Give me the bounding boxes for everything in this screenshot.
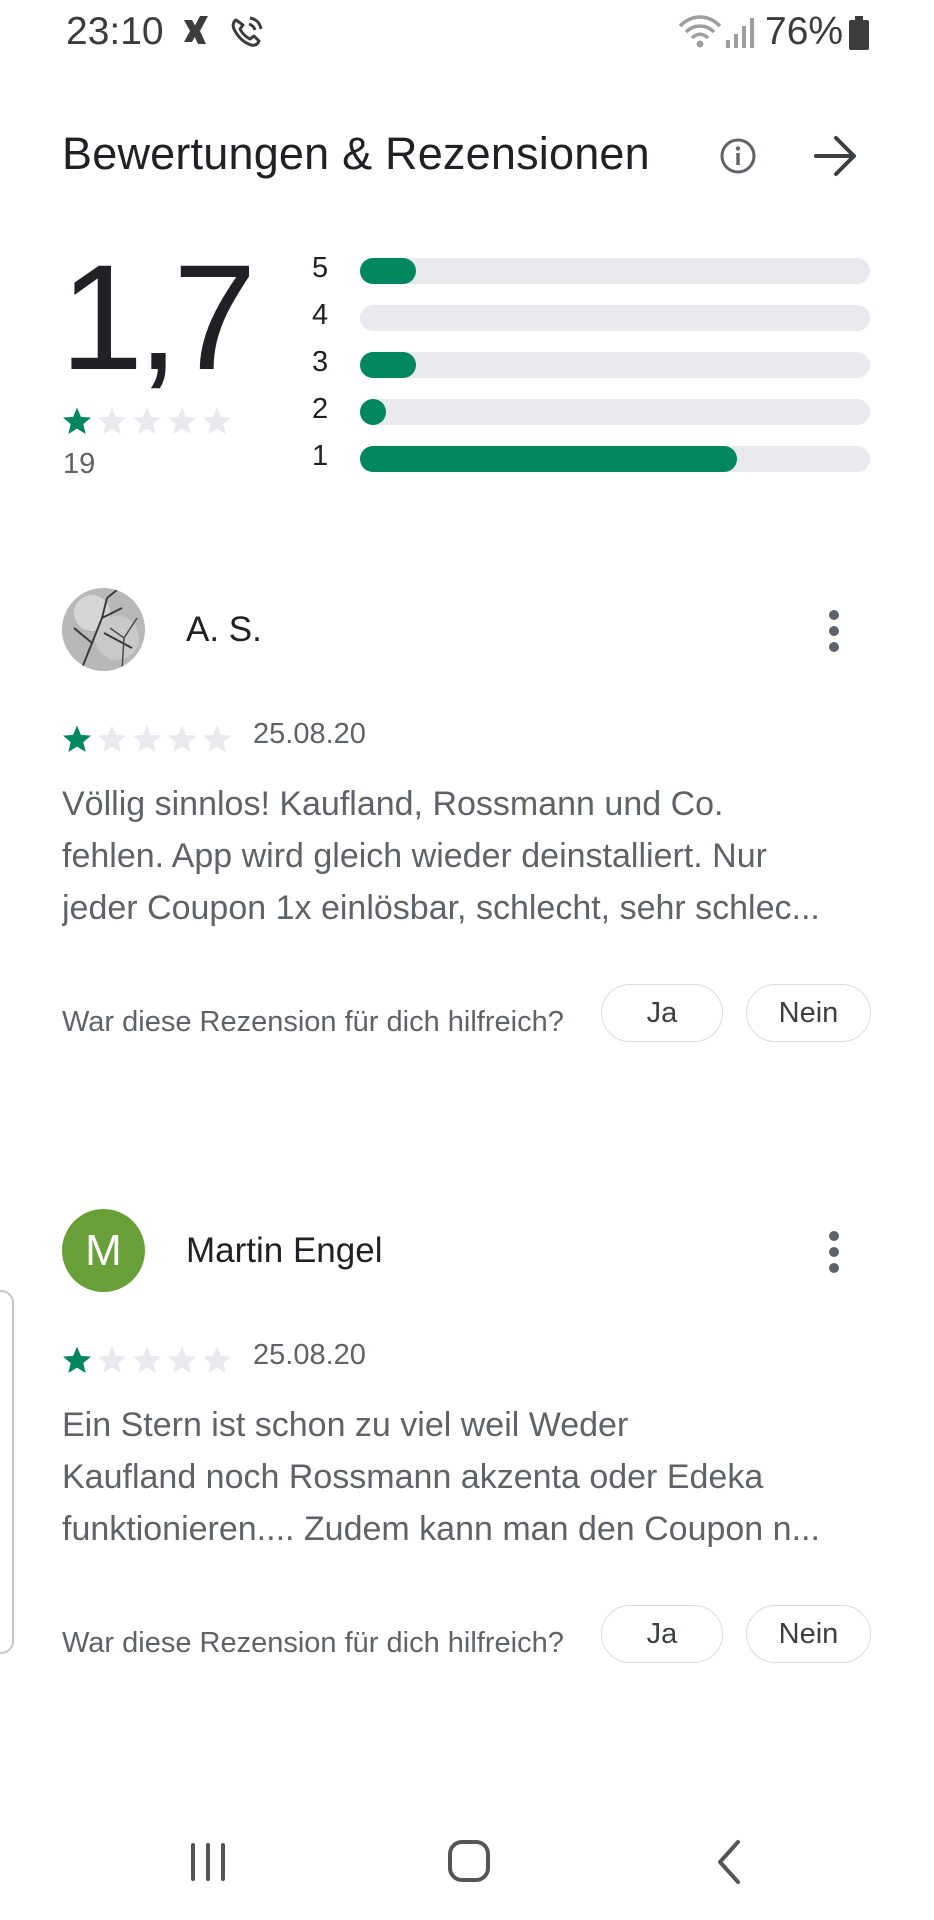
star-empty-icon [98, 1346, 126, 1373]
review-text[interactable]: Ein Stern ist schon zu viel weil Weder K… [62, 1399, 872, 1555]
review-author: Martin Engel [186, 1231, 383, 1270]
edge-panel-handle[interactable] [0, 1290, 14, 1654]
review-stars [63, 725, 231, 752]
avatar-letter: M [85, 1225, 122, 1275]
star-full-icon [63, 407, 91, 434]
battery-icon [849, 16, 869, 50]
review-text-line: jeder Coupon 1x einlösbar, schlecht, seh… [62, 889, 820, 927]
distribution-track [360, 399, 870, 425]
info-icon[interactable] [718, 136, 758, 176]
helpful-yes-button[interactable]: Ja [601, 1605, 723, 1663]
review-date: 25.08.20 [253, 718, 366, 750]
review-text-line: Kaufland noch Rossmann akzenta oder Edek… [62, 1458, 764, 1496]
average-rating: 1,7 [60, 233, 257, 401]
star-empty-icon [133, 1346, 161, 1373]
review-date: 25.08.20 [253, 1339, 366, 1371]
helpful-no-button[interactable]: Nein [746, 984, 871, 1042]
review-text-line: Völlig sinnlos! Kaufland, Rossmann und C… [62, 785, 724, 823]
status-bar: 23:10 76% [0, 0, 934, 64]
rating-count: 19 [63, 448, 96, 480]
star-empty-icon [168, 407, 196, 434]
more-vert-icon[interactable] [826, 608, 842, 654]
review-text[interactable]: Völlig sinnlos! Kaufland, Rossmann und C… [62, 778, 872, 934]
xing-icon [184, 16, 208, 44]
distribution-label: 3 [312, 346, 329, 378]
section-title: Bewertungen & Rezensionen [62, 128, 650, 179]
review-text-line: Ein Stern ist schon zu viel weil Weder [62, 1406, 629, 1444]
distribution-track [360, 352, 870, 378]
star-empty-icon [203, 725, 231, 752]
helpful-yes-button[interactable]: Ja [601, 984, 723, 1042]
distribution-fill [360, 446, 737, 472]
star-empty-icon [98, 407, 126, 434]
helpful-question: War diese Rezension für dich hilfreich? [62, 1627, 564, 1659]
wifi-call-icon [231, 16, 263, 47]
distribution-track [360, 305, 870, 331]
distribution-fill [360, 399, 386, 425]
distribution-label: 5 [312, 252, 329, 284]
distribution-row-4: 4 [304, 299, 870, 331]
distribution-label: 4 [312, 299, 329, 331]
distribution-label: 1 [312, 440, 329, 472]
recents-icon[interactable] [186, 1840, 230, 1884]
system-nav-bar [0, 1820, 934, 1920]
review-stars [63, 1346, 231, 1373]
review-text-line: funktionieren.... Zudem kann man den Cou… [62, 1510, 820, 1548]
star-empty-icon [168, 1346, 196, 1373]
review-text-line: fehlen. App wird gleich wieder deinstall… [62, 837, 767, 875]
distribution-row-3: 3 [304, 346, 870, 378]
star-empty-icon [203, 407, 231, 434]
wifi-icon [678, 15, 722, 48]
helpful-question: War diese Rezension für dich hilfreich? [62, 1006, 564, 1038]
distribution-fill [360, 258, 416, 284]
distribution-row-5: 5 [304, 252, 870, 284]
home-icon[interactable] [446, 1838, 492, 1884]
status-time: 23:10 [66, 10, 164, 53]
star-empty-icon [133, 725, 161, 752]
avatar[interactable] [62, 588, 145, 671]
distribution-row-1: 1 [304, 440, 870, 472]
distribution-row-2: 2 [304, 393, 870, 425]
summary-star-row [63, 407, 231, 434]
avatar[interactable]: M [62, 1209, 145, 1292]
summary-stars [62, 406, 238, 443]
signal-icon [726, 18, 754, 48]
star-empty-icon [98, 725, 126, 752]
battery-percent: 76% [765, 10, 844, 53]
review-author: A. S. [186, 610, 262, 649]
more-vert-icon[interactable] [826, 1229, 842, 1275]
star-empty-icon [168, 725, 196, 752]
star-empty-icon [203, 1346, 231, 1373]
back-icon[interactable] [712, 1838, 746, 1886]
star-full-icon [63, 725, 91, 752]
star-full-icon [63, 1346, 91, 1373]
arrow-forward-icon[interactable] [812, 134, 860, 178]
distribution-track [360, 446, 870, 472]
distribution-fill [360, 352, 416, 378]
avatar-photo-icon [62, 588, 145, 671]
distribution-label: 2 [312, 393, 329, 425]
helpful-no-button[interactable]: Nein [746, 1605, 871, 1663]
star-empty-icon [133, 407, 161, 434]
distribution-track [360, 258, 870, 284]
